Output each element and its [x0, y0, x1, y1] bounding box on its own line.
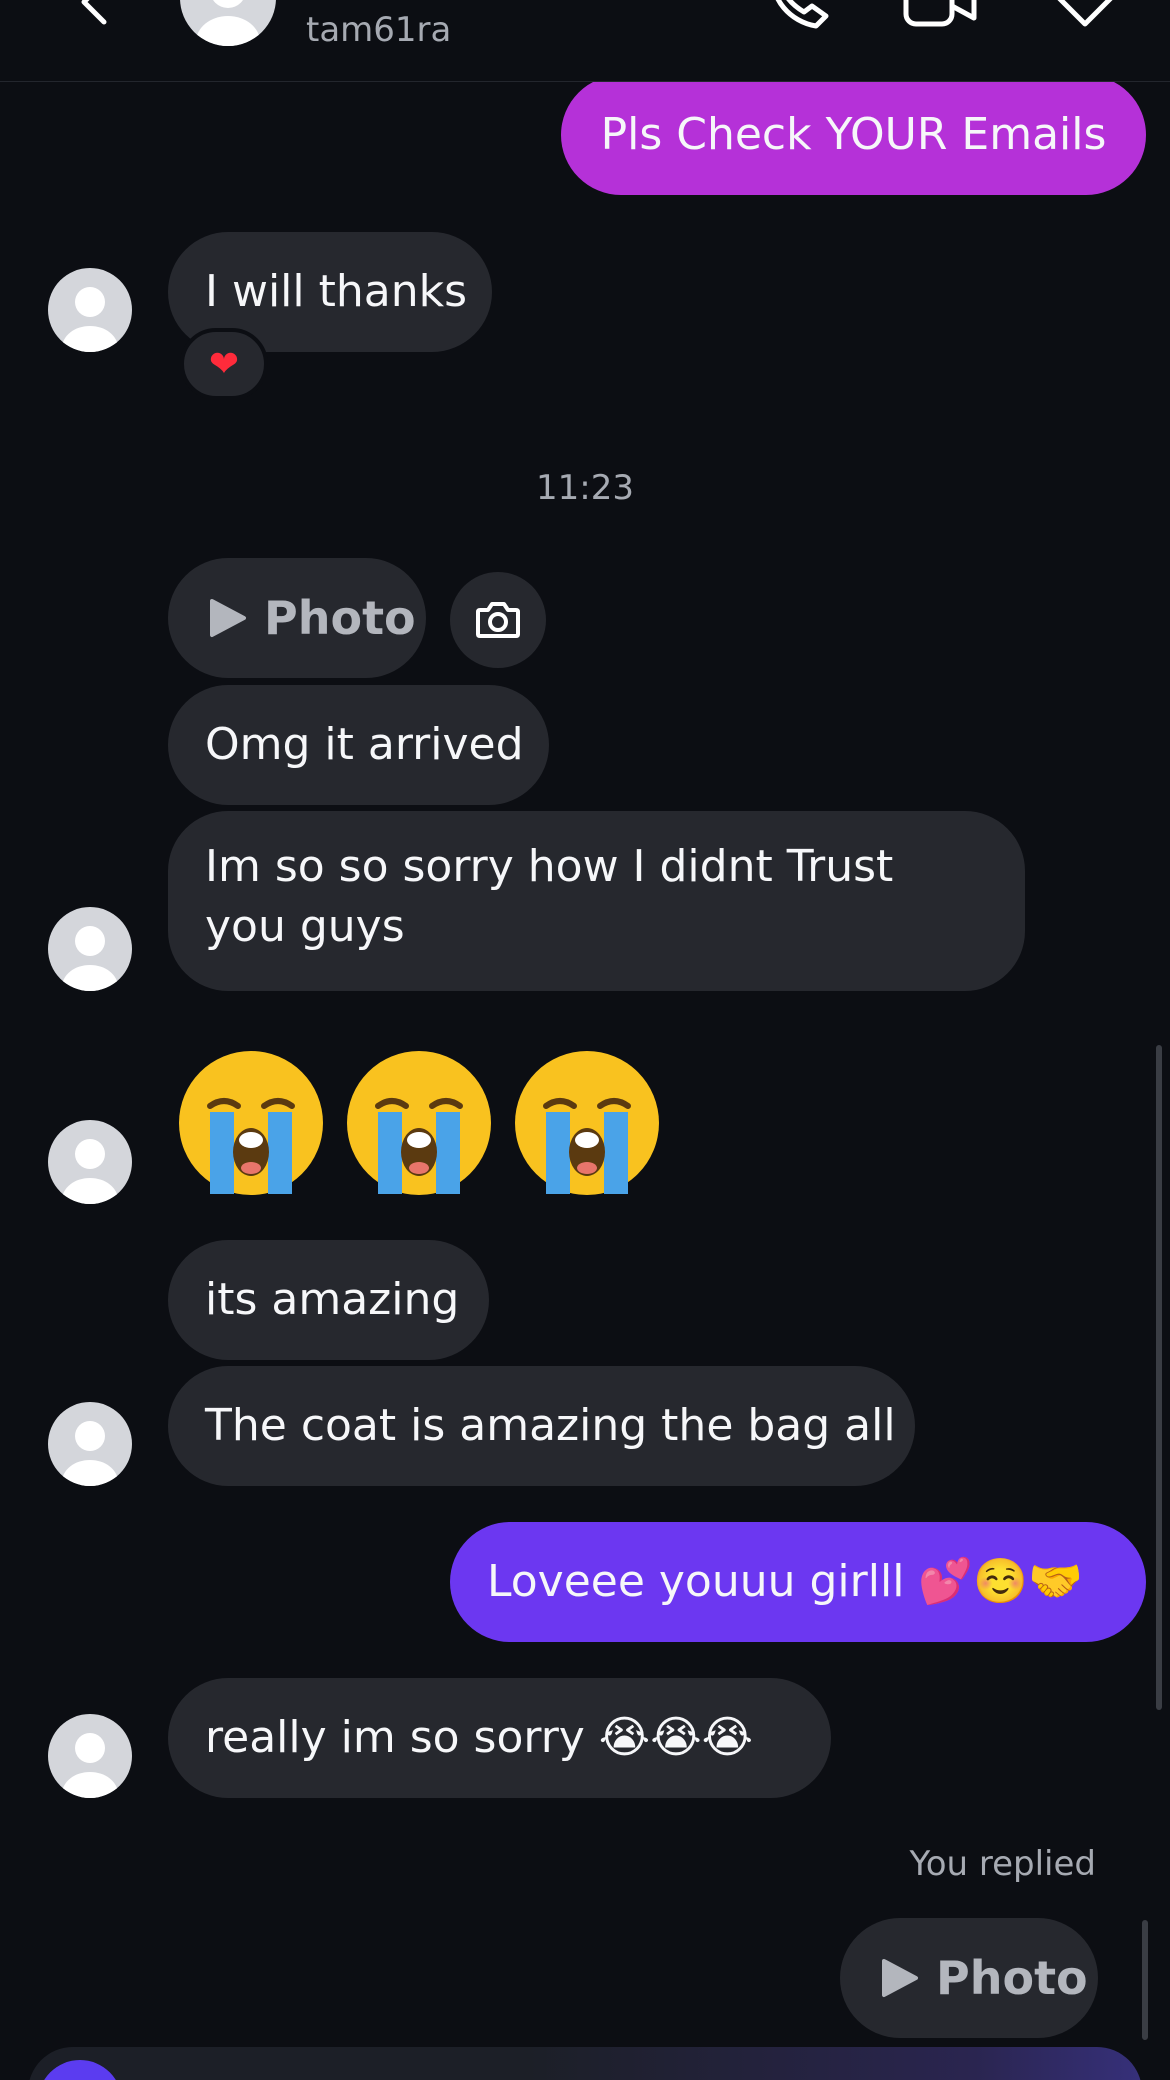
you-replied-label: You replied: [909, 1844, 1096, 1884]
outgoing-message[interactable]: Pls Check YOUR Emails: [561, 75, 1146, 195]
sender-avatar[interactable]: [48, 907, 132, 991]
reply-photo-message[interactable]: Photo: [840, 1918, 1098, 2038]
sender-avatar[interactable]: [48, 1402, 132, 1486]
message-text: Pls Check YOUR Emails: [600, 109, 1107, 160]
incoming-message[interactable]: its amazing: [168, 1240, 489, 1360]
chat-header: tam61ra: [0, 0, 1170, 82]
sender-avatar[interactable]: [48, 268, 132, 352]
loudly-crying-face-icon[interactable]: [344, 1048, 494, 1198]
phone-icon[interactable]: [760, 0, 840, 32]
play-icon: [882, 1959, 918, 1997]
contact-avatar[interactable]: [180, 0, 276, 46]
sender-avatar[interactable]: [48, 1714, 132, 1798]
message-text: Loveee youuu girlll 💕☺️🤝: [487, 1556, 1083, 1607]
contact-username[interactable]: tam61ra: [306, 10, 451, 50]
camera-icon: [476, 602, 520, 638]
outgoing-message[interactable]: Loveee youuu girlll 💕☺️🤝: [450, 1522, 1146, 1642]
back-chevron-icon[interactable]: [70, 0, 118, 26]
video-camera-icon[interactable]: [900, 0, 980, 32]
message-text: Omg it arrived: [205, 719, 524, 770]
play-icon: [210, 599, 246, 637]
chat-screen: tam61ra Pls Check YOUR Emails I will tha…: [0, 0, 1170, 2080]
photo-label: Photo: [264, 591, 416, 645]
sender-avatar[interactable]: [48, 1120, 132, 1204]
person-silhouette-icon: [62, 1421, 118, 1486]
photo-label: Photo: [936, 1951, 1088, 2005]
scrollbar-thumb-secondary[interactable]: [1142, 1920, 1148, 2040]
person-silhouette-icon: [62, 1733, 118, 1798]
incoming-message[interactable]: Omg it arrived: [168, 685, 549, 805]
loudly-crying-face-icon[interactable]: [176, 1048, 326, 1198]
heart-reaction-icon: ❤: [208, 343, 240, 385]
person-silhouette-icon: [196, 0, 260, 46]
person-silhouette-icon: [62, 287, 118, 352]
incoming-message[interactable]: The coat is amazing the bag all: [168, 1366, 915, 1486]
person-silhouette-icon: [62, 1139, 118, 1204]
person-silhouette-icon: [62, 926, 118, 991]
incoming-message[interactable]: really im so sorry 😭😭😭: [168, 1678, 831, 1798]
incoming-message[interactable]: Im so so sorry how I didnt Trust you guy…: [168, 811, 1025, 991]
loudly-crying-face-icon[interactable]: [512, 1048, 662, 1198]
camera-button[interactable]: [450, 572, 546, 668]
message-composer[interactable]: [28, 2047, 1142, 2080]
message-text: I will thanks: [205, 266, 468, 317]
message-text: The coat is amazing the bag all: [205, 1400, 896, 1451]
timestamp: 11:23: [536, 468, 634, 508]
photo-message[interactable]: Photo: [168, 558, 426, 678]
message-text: its amazing: [205, 1274, 460, 1325]
scrollbar-thumb[interactable]: [1156, 1045, 1162, 1710]
message-text: Im so so sorry how I didnt Trust you guy…: [205, 841, 894, 952]
reaction-badge[interactable]: ❤: [180, 328, 268, 400]
message-text: really im so sorry 😭😭😭: [205, 1712, 754, 1763]
tag-icon[interactable]: [1045, 0, 1125, 32]
